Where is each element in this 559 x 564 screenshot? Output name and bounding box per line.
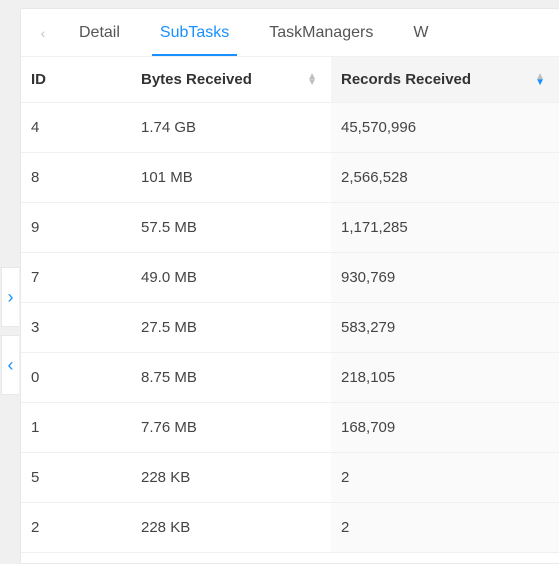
table-row[interactable]: 0 8.75 MB 218,105: [21, 353, 559, 403]
panel-expand-handle-right[interactable]: ›: [1, 267, 19, 327]
table-row[interactable]: 3 27.5 MB 583,279: [21, 303, 559, 353]
cell-records-received: 168,709: [341, 419, 395, 436]
column-header-label: Bytes Received: [141, 71, 252, 88]
cell-records-received: 2: [341, 519, 349, 536]
cell-records-received: 930,769: [341, 269, 395, 286]
column-header-label: Records Received: [341, 71, 471, 88]
tab-label: TaskManagers: [269, 24, 373, 42]
table-body: 4 1.74 GB 45,570,996 8 101 MB 2,566,528 …: [21, 103, 559, 553]
table-header: ID Bytes Received ▲ ▼ Records Received ▲…: [21, 57, 559, 103]
cell-id: 8: [31, 169, 39, 186]
cell-bytes-received: 101 MB: [141, 169, 193, 186]
table-row[interactable]: 4 1.74 GB 45,570,996: [21, 103, 559, 153]
cell-records-received: 45,570,996: [341, 119, 416, 136]
column-header-records-received[interactable]: Records Received ▲ ▼: [331, 57, 559, 102]
tab-subtasks[interactable]: SubTasks: [140, 9, 249, 56]
cell-id: 9: [31, 219, 39, 236]
cell-records-received: 218,105: [341, 369, 395, 386]
column-header-bytes-received[interactable]: Bytes Received ▲ ▼: [131, 57, 331, 102]
tab-label: Detail: [79, 24, 120, 42]
table-row[interactable]: 1 7.76 MB 168,709: [21, 403, 559, 453]
sort-icon: ▲ ▼: [535, 74, 549, 86]
cell-id: 4: [31, 119, 39, 136]
caret-down-icon: ▼: [307, 80, 317, 86]
tab-watermarks-truncated[interactable]: W: [393, 9, 448, 56]
panel-expand-handle-left[interactable]: ‹: [1, 335, 19, 395]
table-row[interactable]: 2 228 KB 2: [21, 503, 559, 553]
chevron-left-icon: ‹: [8, 356, 14, 374]
cell-bytes-received: 7.76 MB: [141, 419, 197, 436]
chevron-left-icon: ‹: [41, 25, 46, 41]
cell-records-received: 583,279: [341, 319, 395, 336]
cell-bytes-received: 228 KB: [141, 469, 190, 486]
column-header-label: ID: [31, 71, 46, 88]
tab-label: W: [413, 24, 428, 42]
column-header-id[interactable]: ID: [21, 57, 131, 102]
tab-taskmanagers[interactable]: TaskManagers: [249, 9, 393, 56]
cell-records-received: 2: [341, 469, 349, 486]
cell-id: 2: [31, 519, 39, 536]
tab-label: SubTasks: [160, 24, 229, 42]
cell-id: 7: [31, 269, 39, 286]
cell-id: 0: [31, 369, 39, 386]
cell-bytes-received: 57.5 MB: [141, 219, 197, 236]
cell-id: 5: [31, 469, 39, 486]
cell-id: 3: [31, 319, 39, 336]
table-row[interactable]: 7 49.0 MB 930,769: [21, 253, 559, 303]
cell-bytes-received: 1.74 GB: [141, 119, 196, 136]
table-row[interactable]: 5 228 KB 2: [21, 453, 559, 503]
cell-bytes-received: 49.0 MB: [141, 269, 197, 286]
chevron-right-icon: ›: [8, 288, 14, 306]
sort-icon: ▲ ▼: [307, 74, 321, 86]
tab-scroll-left[interactable]: ‹: [27, 25, 59, 41]
cell-bytes-received: 8.75 MB: [141, 369, 197, 386]
subtasks-panel: › ‹ ‹ Detail SubTasks TaskManagers W: [20, 8, 559, 564]
cell-records-received: 1,171,285: [341, 219, 408, 236]
tab-bar: ‹ Detail SubTasks TaskManagers W: [21, 9, 559, 57]
tab-detail[interactable]: Detail: [59, 9, 140, 56]
cell-records-received: 2,566,528: [341, 169, 408, 186]
caret-down-icon: ▼: [535, 80, 545, 86]
table-row[interactable]: 8 101 MB 2,566,528: [21, 153, 559, 203]
cell-bytes-received: 228 KB: [141, 519, 190, 536]
cell-id: 1: [31, 419, 39, 436]
cell-bytes-received: 27.5 MB: [141, 319, 197, 336]
table-row[interactable]: 9 57.5 MB 1,171,285: [21, 203, 559, 253]
